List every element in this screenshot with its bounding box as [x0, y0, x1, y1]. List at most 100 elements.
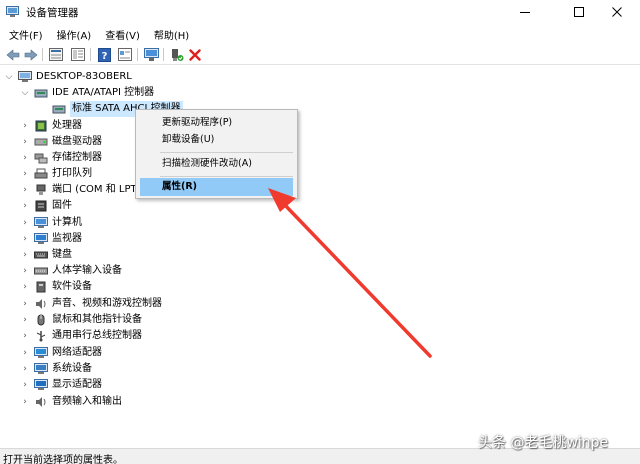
tree-item-label: 打印队列	[52, 168, 92, 179]
menu-item-uninstall-device[interactable]: 卸载设备(U)	[136, 131, 297, 149]
svg-text:?: ?	[101, 51, 107, 62]
expand-icon[interactable]: ›	[20, 312, 30, 328]
menu-item-properties[interactable]: 属性(R)	[140, 178, 293, 196]
tree-root[interactable]: ⌵ DESKTOP-83OBERL	[4, 69, 132, 85]
expand-icon[interactable]: ›	[20, 296, 30, 312]
forward-button[interactable]	[23, 47, 39, 62]
tree-item-system-devices[interactable]: › 系统设备	[20, 361, 92, 377]
audio-io-icon	[36, 397, 46, 407]
menu-help[interactable]: 帮助(H)	[154, 27, 189, 42]
uninstall-device-button[interactable]	[187, 47, 203, 62]
menu-bar: 文件(F) 操作(A) 查看(V) 帮助(H)	[0, 24, 640, 44]
menu-view[interactable]: 查看(V)	[105, 27, 140, 42]
tree-item-firmware[interactable]: › 固件	[20, 198, 72, 214]
status-text: 打开当前选择项的属性表。	[3, 455, 123, 464]
expand-icon[interactable]: ›	[20, 328, 30, 344]
tree-item-audio-io[interactable]: › 音频输入和输出	[20, 394, 122, 410]
expand-icon[interactable]: ›	[20, 198, 30, 214]
menu-item-scan-hardware[interactable]: 扫描检测硬件改动(A)	[136, 155, 297, 173]
scan-hardware-button[interactable]	[143, 47, 159, 62]
tree-item-label: 声音、视频和游戏控制器	[52, 298, 162, 309]
tree-item-disk-drives[interactable]: › 磁盘驱动器	[20, 134, 102, 150]
hid-icon	[34, 267, 48, 275]
expand-icon[interactable]: ›	[20, 134, 30, 150]
properties-button[interactable]	[48, 47, 64, 62]
keyboard-icon	[34, 251, 48, 259]
close-button[interactable]	[594, 0, 640, 24]
tree-item-computer[interactable]: › 计算机	[20, 215, 82, 231]
expand-icon[interactable]: ›	[20, 377, 30, 393]
tree-item-ide[interactable]: ⌵ IDE ATA/ATAPI 控制器	[20, 85, 155, 101]
expand-icon[interactable]: ›	[20, 263, 30, 279]
uninstall-device-icon	[189, 48, 201, 61]
enable-device-button[interactable]	[169, 47, 185, 62]
tree-item-print-queues[interactable]: › 打印队列	[20, 166, 92, 182]
speaker-icon	[36, 299, 46, 309]
expand-icon[interactable]: ›	[20, 166, 30, 182]
tree-item-label: 软件设备	[52, 281, 92, 292]
collapse-icon[interactable]: ⌵	[20, 85, 30, 101]
back-button[interactable]	[5, 47, 21, 62]
scan-hardware-icon	[143, 47, 159, 61]
menu-action[interactable]: 操作(A)	[57, 27, 92, 42]
tree-item-display-adapters[interactable]: › 显示适配器	[20, 377, 102, 393]
expand-icon[interactable]: ›	[20, 345, 30, 361]
back-icon	[6, 48, 20, 61]
expand-icon[interactable]: ›	[20, 182, 30, 198]
expand-icon[interactable]: ›	[20, 394, 30, 410]
show-hide-console-button[interactable]	[70, 47, 86, 62]
enable-device-icon	[172, 48, 184, 61]
tree-item-usb[interactable]: › 通用串行总线控制器	[20, 328, 142, 344]
tree-item-label: 端口 (COM 和 LPT)	[52, 184, 141, 195]
tree-item-keyboards[interactable]: › 键盘	[20, 247, 72, 263]
storage-controller-icon	[34, 153, 48, 164]
menu-item-update-driver[interactable]: 更新驱动程序(P)	[136, 114, 297, 132]
expand-icon[interactable]: ›	[20, 150, 30, 166]
processor-icon	[35, 120, 47, 132]
tree-item-sound[interactable]: › 声音、视频和游戏控制器	[20, 296, 162, 312]
tree-item-software-devices[interactable]: › 软件设备	[20, 279, 92, 295]
computer-icon	[18, 71, 32, 82]
tree-item-label: 通用串行总线控制器	[52, 330, 142, 341]
help-icon: ?	[97, 47, 111, 62]
tree-item-network[interactable]: › 网络适配器	[20, 345, 102, 361]
monitor-icon	[34, 233, 48, 244]
show-hide-console-icon	[71, 48, 85, 61]
tree-item-ide-label: IDE ATA/ATAPI 控制器	[52, 87, 155, 98]
ide-controller-icon	[34, 89, 48, 98]
tree-item-label: 鼠标和其他指针设备	[52, 314, 142, 325]
expand-icon[interactable]: ›	[20, 118, 30, 134]
help-button[interactable]: ?	[96, 47, 112, 62]
tree-item-label: 监视器	[52, 233, 82, 244]
expand-icon[interactable]: ›	[20, 247, 30, 263]
expand-icon[interactable]: ›	[20, 231, 30, 247]
computer-icon	[34, 217, 48, 228]
expand-icon[interactable]: ›	[20, 279, 30, 295]
toolbar-separator	[137, 48, 138, 61]
properties-icon	[49, 48, 63, 61]
toolbar-separator	[42, 48, 43, 61]
network-adapter-icon	[34, 347, 48, 358]
tree-item-storage-controllers[interactable]: › 存储控制器	[20, 150, 102, 166]
tree-item-mice[interactable]: › 鼠标和其他指针设备	[20, 312, 142, 328]
collapse-icon[interactable]: ⌵	[4, 69, 14, 85]
expand-icon[interactable]: ›	[20, 361, 30, 377]
printer-icon	[34, 168, 48, 179]
menu-file[interactable]: 文件(F)	[9, 27, 43, 42]
display-adapter-icon	[34, 379, 48, 390]
view-icon	[118, 48, 132, 61]
tree-item-ports[interactable]: › 端口 (COM 和 LPT)	[20, 182, 141, 198]
context-menu: 更新驱动程序(P) 卸载设备(U) 扫描检测硬件改动(A) 属性(R)	[135, 109, 298, 199]
port-icon	[36, 184, 46, 195]
tree-item-label: 存储控制器	[52, 152, 102, 163]
expand-icon[interactable]: ›	[20, 215, 30, 231]
disk-drive-icon	[34, 138, 48, 146]
minimize-button[interactable]	[502, 0, 548, 24]
tree-item-monitors[interactable]: › 监视器	[20, 231, 82, 247]
view-button[interactable]	[117, 47, 133, 62]
tree-item-hid[interactable]: › 人体学输入设备	[20, 263, 122, 279]
device-tree[interactable]: ⌵ DESKTOP-83OBERL ⌵ IDE ATA/ATAPI 控制器 标准…	[0, 66, 640, 448]
ide-controller-icon	[52, 105, 66, 114]
tree-item-processor[interactable]: › 处理器	[20, 118, 82, 134]
firmware-icon	[35, 200, 47, 212]
